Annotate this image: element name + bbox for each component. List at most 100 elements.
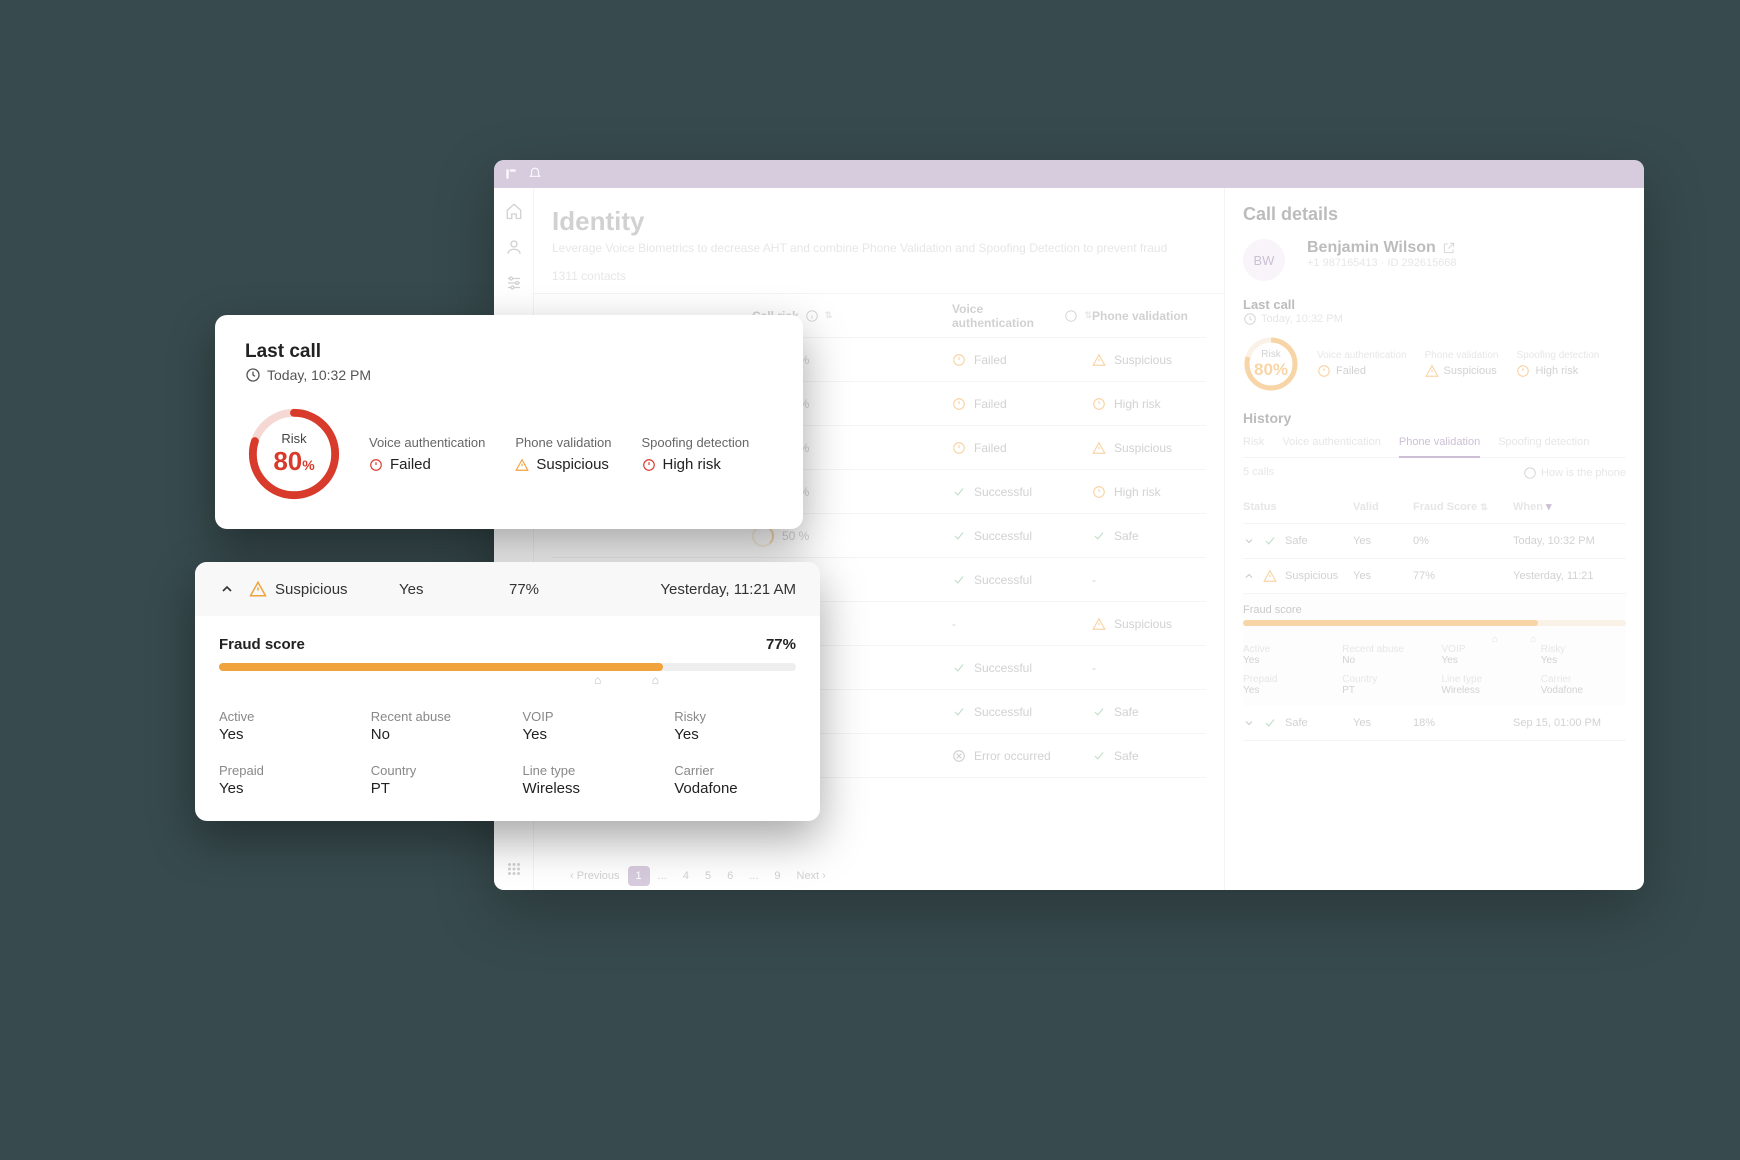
history-hint[interactable]: How is the phone — [1523, 466, 1626, 480]
fraud-attribute: RiskyYes — [674, 709, 796, 743]
pager-page[interactable]: 5 — [697, 866, 719, 886]
pager-page[interactable]: 4 — [675, 866, 697, 886]
phone-cell: Suspicious — [1092, 441, 1206, 455]
lastcall-time: Today, 10:32 PM — [245, 367, 773, 383]
threshold-marker-icon: ⌂ — [594, 673, 604, 687]
tab-phone-validation[interactable]: Phone validation — [1399, 436, 1480, 458]
lastcall-metric: Phone validationSuspicious — [515, 435, 611, 473]
info-icon — [805, 309, 819, 323]
warning-icon — [1425, 364, 1439, 378]
voice-cell: Failed — [952, 353, 1092, 367]
details-title: Call details — [1243, 204, 1626, 225]
fraud-score-value: 77% — [766, 636, 796, 653]
voice-cell: Failed — [952, 397, 1092, 411]
pager-prev[interactable]: ‹ Previous — [570, 870, 620, 882]
bell-icon[interactable] — [528, 167, 542, 181]
phone-cell: Suspicious — [1092, 353, 1206, 367]
app-logo-icon — [504, 167, 518, 181]
popout-fraud-detail: Suspicious Yes 77% Yesterday, 11:21 AM F… — [195, 562, 820, 821]
tab-risk[interactable]: Risk — [1243, 436, 1264, 457]
pagination: ‹ Previous 1...456...9 Next › — [552, 860, 1206, 882]
lastcall-metric: Voice authenticationFailed — [369, 435, 485, 473]
fraud-score-bar — [219, 663, 796, 671]
pager-page[interactable]: 6 — [719, 866, 741, 886]
col-phone-validation[interactable]: Phone validation — [1092, 309, 1206, 323]
history-table: Status Valid Fraud Score ⇅ When ▾ SafeYe… — [1243, 490, 1626, 741]
history-row[interactable]: SafeYes18%Sep 15, 01:00 PM — [1243, 706, 1626, 741]
history-row-expanded: Fraud score⌂⌂ActiveYesRecent abuseNoVOIP… — [1243, 594, 1626, 706]
fraud-attribute: PrepaidYes — [219, 763, 341, 797]
history-row[interactable]: SuspiciousYes77%Yesterday, 11:21 — [1243, 559, 1626, 594]
phone-cell: Safe — [1092, 705, 1206, 719]
home-icon[interactable] — [505, 202, 523, 220]
fraud-attribute: ActiveYes — [219, 709, 341, 743]
phone-cell: - — [1092, 661, 1206, 675]
phone-cell: Safe — [1092, 749, 1206, 763]
info-icon — [1523, 466, 1537, 480]
chevron-up-icon[interactable] — [219, 581, 235, 597]
alert-circle-icon — [1516, 364, 1530, 378]
settings-sliders-icon[interactable] — [505, 274, 523, 292]
expand-valid: Yes — [399, 581, 509, 598]
apps-grid-icon[interactable] — [505, 860, 523, 878]
expand-fraud: 77% — [509, 581, 619, 598]
clock-icon — [245, 367, 261, 383]
voice-cell: Successful — [952, 705, 1092, 719]
fraud-attribute: CountryPT — [371, 763, 493, 797]
expand-status: Suspicious — [275, 581, 348, 598]
profile-icon[interactable] — [505, 238, 523, 256]
phone-cell: Safe — [1092, 529, 1206, 543]
phone-cell: High risk — [1092, 485, 1206, 499]
warning-icon — [249, 580, 267, 598]
history-row[interactable]: SafeYes0%Today, 10:32 PM — [1243, 524, 1626, 559]
voice-cell: Successful — [952, 485, 1092, 499]
popout-last-call: Last call Today, 10:32 PM Risk80% Voice … — [215, 315, 803, 529]
pager-next[interactable]: Next › — [797, 870, 826, 882]
call-details-panel: Call details BW Benjamin Wilson +1 98716… — [1224, 188, 1644, 890]
contact-name[interactable]: Benjamin Wilson — [1307, 239, 1457, 257]
pager-page[interactable]: 9 — [766, 866, 788, 886]
fraud-attribute: Recent abuseNo — [371, 709, 493, 743]
mini-risk-summary: Risk80% Voice authenticationFailed Phone… — [1243, 336, 1626, 392]
tab-spoofing-detection[interactable]: Spoofing detection — [1498, 436, 1589, 457]
page-title: Identity — [552, 206, 1206, 237]
voice-cell: Successful — [952, 573, 1092, 587]
expand-header[interactable]: Suspicious Yes 77% Yesterday, 11:21 AM — [195, 562, 820, 616]
info-icon — [1064, 309, 1078, 323]
threshold-marker-icon: ⌂ — [652, 673, 662, 687]
clock-icon — [1243, 312, 1257, 326]
tab-voice-authentication[interactable]: Voice authentication — [1282, 436, 1380, 457]
phone-cell: - — [1092, 573, 1206, 587]
calls-count: 5 calls — [1243, 466, 1274, 480]
contact-profile: BW Benjamin Wilson +1 987165413 · ID 292… — [1243, 239, 1626, 281]
titlebar — [494, 160, 1644, 188]
risk-label: Risk — [281, 431, 306, 446]
risk-gauge: Risk80% — [245, 405, 343, 503]
page-subtitle: Leverage Voice Biometrics to decrease AH… — [552, 241, 1206, 255]
avatar: BW — [1243, 239, 1285, 281]
expand-when: Yesterday, 11:21 AM — [619, 581, 796, 598]
fraud-attribute: VOIPYes — [523, 709, 645, 743]
lastcall-heading: Last call — [245, 341, 773, 363]
lastcall-metric: Spoofing detectionHigh risk — [642, 435, 750, 473]
pager-page[interactable]: ... — [650, 866, 675, 886]
phone-cell: Suspicious — [1092, 617, 1206, 631]
voice-cell: - — [952, 617, 1092, 631]
contact-phone-id: +1 987165413 · ID 292615668 — [1307, 257, 1457, 269]
pager-page[interactable]: ... — [741, 866, 766, 886]
risk-ring: Risk80% — [1243, 336, 1299, 392]
external-link-icon[interactable] — [1442, 241, 1456, 255]
voice-cell: Successful — [952, 661, 1092, 675]
voice-cell: Failed — [952, 441, 1092, 455]
history-heading: History — [1243, 410, 1626, 426]
pager-page[interactable]: 1 — [628, 866, 650, 886]
history-tabs: Risk Voice authentication Phone validation… — [1243, 436, 1626, 458]
alert-circle-icon — [1317, 364, 1331, 378]
col-voice-auth[interactable]: Voice authentication⇅ — [952, 302, 1092, 330]
voice-cell: Error occurred — [952, 749, 1092, 763]
fraud-attributes: ActiveYes Recent abuseNo VOIPYes RiskyYes Pr… — [219, 709, 796, 797]
fraud-attribute: Line typeWireless — [523, 763, 645, 797]
risk-value: 80% — [273, 446, 314, 477]
last-call-heading: Last call — [1243, 297, 1626, 312]
contacts-count: 1311 contacts — [552, 269, 1206, 283]
